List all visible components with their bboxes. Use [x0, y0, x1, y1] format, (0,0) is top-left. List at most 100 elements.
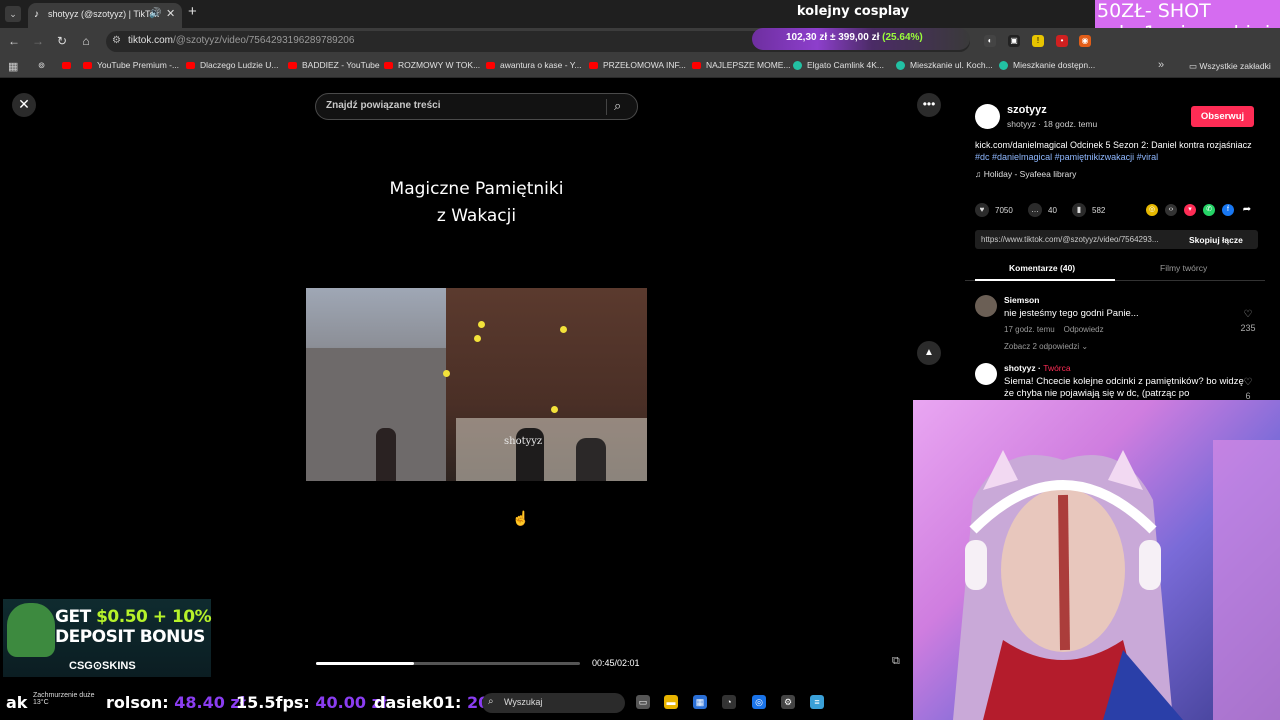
storefront	[456, 418, 647, 481]
all-bookmarks[interactable]: ▭ Wszystkie zakładki	[1189, 61, 1271, 72]
tab-comments[interactable]: Komentarze (40)	[1009, 263, 1075, 273]
extension-icon[interactable]: !	[1032, 35, 1044, 47]
webcam-overlay	[913, 400, 1280, 720]
heart-outline-icon[interactable]: ♡	[1239, 309, 1257, 320]
ticker-entry: ak	[6, 693, 28, 712]
extension-icon[interactable]: •	[1056, 35, 1068, 47]
reload-icon[interactable]: ↻	[54, 33, 70, 49]
view-replies[interactable]: Zobacz 2 odpowiedzi ⌄	[1004, 342, 1088, 351]
author-avatar[interactable]	[975, 104, 1000, 129]
bookmark-item[interactable]: NAJLEPSZE MOME...	[692, 60, 791, 70]
comment-user[interactable]: shotyyz · Twórca	[1004, 363, 1071, 373]
chrome-icon[interactable]: ◎	[752, 695, 766, 709]
weather-widget[interactable]: Zachmurzenie duże 13°C	[33, 692, 94, 706]
bookmark-item[interactable]: YouTube Premium -...	[83, 60, 179, 70]
copy-link-button[interactable]: Skopiuj łącze	[1189, 235, 1243, 245]
video-progress-fill	[316, 662, 414, 665]
store-icon[interactable]: ▦	[693, 695, 707, 709]
file-explorer-icon[interactable]: ▬	[664, 695, 678, 709]
bookmark-item[interactable]: PRZEŁOMOWA INF...	[589, 60, 686, 70]
home-icon[interactable]: ⌂	[78, 33, 94, 49]
bookmark-icon[interactable]: ▮	[1072, 203, 1086, 217]
comment-meta: 17 godz. temu Odpowiedz	[1004, 325, 1104, 334]
bookmark-item[interactable]: BADDIEZ - YouTube	[288, 60, 380, 70]
video-player[interactable]: Magiczne Pamiętniki z Wakacji shotyyz 00…	[306, 120, 647, 685]
comment-user[interactable]: Siemson	[1004, 295, 1039, 305]
follow-button[interactable]: Obserwuj	[1191, 106, 1254, 127]
heart-outline-icon[interactable]: ♡	[1239, 377, 1257, 388]
notepad-icon[interactable]: ≡	[810, 695, 824, 709]
youtube-icon	[589, 62, 598, 70]
tab-search-button[interactable]: ⌄	[5, 6, 21, 22]
hashtag[interactable]: #dc	[975, 152, 990, 162]
youtube-icon	[83, 62, 92, 70]
bookmark-item[interactable]: Dlaczego Ludzie U...	[186, 60, 278, 70]
tab-close-icon[interactable]: ✕	[166, 7, 175, 20]
pedestrian	[376, 428, 396, 481]
forward-icon[interactable]: →	[30, 33, 46, 49]
comment-avatar[interactable]	[975, 363, 997, 385]
bookmark-item[interactable]: Mieszkanie ul. Koch...	[896, 60, 993, 71]
tiktok-icon: ♪	[34, 9, 39, 20]
sponsor-ad[interactable]: GET $0.50 + 10% DEPOSIT BONUS CSG⊙SKINS	[3, 599, 212, 677]
extension-icon[interactable]: ▣	[1008, 35, 1020, 47]
pedestrian	[576, 438, 606, 481]
share-coin-icon[interactable]: ◎	[1146, 204, 1158, 216]
emoji-sticker	[474, 335, 481, 342]
settings-icon[interactable]: ⚙	[781, 695, 795, 709]
hashtag[interactable]: #viral	[1137, 152, 1159, 162]
chevron-right-icon[interactable]: »	[1158, 59, 1164, 71]
search-box[interactable]: ⌕	[315, 93, 638, 120]
hashtag[interactable]: #danielmagical	[992, 152, 1052, 162]
video-time: 00:45/02:01	[592, 658, 640, 668]
back-icon[interactable]: ←	[6, 33, 22, 49]
close-icon[interactable]: ✕	[12, 93, 36, 117]
bookmark-item[interactable]: Elgato Camlink 4K...	[793, 60, 884, 71]
send-icon[interactable]: ▾	[1184, 204, 1196, 216]
new-tab-button[interactable]: +	[188, 3, 197, 20]
picture-in-picture-icon[interactable]: ⧉	[892, 655, 900, 668]
goal-text: 102,30 zł ± 399,00 zł (25.64%)	[786, 32, 923, 43]
site-info-icon[interactable]: ⚙	[112, 35, 121, 46]
link-box: https://www.tiktok.com/@szotyyz/video/75…	[975, 230, 1258, 249]
url-text[interactable]: tiktok.com/@szotyyz/video/75642931962897…	[128, 35, 354, 46]
overlay-line-1: 50ZŁ- SHOT	[1097, 0, 1211, 22]
whatsapp-icon[interactable]: ✆	[1203, 204, 1215, 216]
reply-link[interactable]: Odpowiedz	[1064, 325, 1104, 334]
bookmark-item[interactable]: awantura o kase - Y...	[486, 60, 581, 70]
extension-icon[interactable]: ◐	[984, 35, 996, 47]
ad-subheadline: DEPOSIT BONUS	[55, 627, 205, 647]
embed-icon[interactable]: ‹›	[1165, 204, 1177, 216]
site-icon	[896, 61, 905, 71]
tab-creator-videos[interactable]: Filmy twórcy	[1160, 263, 1207, 273]
search-icon[interactable]: ⌕	[614, 98, 621, 114]
youtube-icon	[288, 62, 297, 70]
audio-icon[interactable]: 🔊	[149, 8, 161, 19]
bookmark-item[interactable]	[62, 60, 76, 70]
heart-icon[interactable]: ♥	[975, 203, 989, 217]
tab-title: shotyyz (@szotyyz) | TikTok	[48, 9, 159, 19]
browser-tab[interactable]: ♪ shotyyz (@szotyyz) | TikTok 🔊 ✕	[28, 3, 182, 28]
more-options-icon[interactable]: •••	[917, 93, 941, 117]
comment-icon[interactable]: …	[1028, 203, 1042, 217]
chevron-up-icon[interactable]: ▲	[917, 341, 941, 365]
creator-badge: Twórca	[1043, 363, 1071, 373]
share-arrow-icon[interactable]: ➦	[1241, 204, 1253, 216]
extension-icon[interactable]: ◉	[1079, 35, 1091, 47]
app-icon[interactable]: ◔	[722, 695, 736, 709]
bookmark-item[interactable]: ROZMOWY W TOK...	[384, 60, 480, 70]
facebook-icon[interactable]: f	[1222, 204, 1234, 216]
hashtag[interactable]: #pamiętnikizwakacji	[1055, 152, 1135, 162]
bookmark-icon[interactable]: ⊚	[38, 60, 45, 71]
taskbar-search[interactable]: ⌕ Wyszukaj	[482, 693, 625, 713]
search-input[interactable]	[326, 100, 606, 111]
video-progress-bar[interactable]	[316, 662, 580, 665]
video-link[interactable]: https://www.tiktok.com/@szotyyz/video/75…	[981, 235, 1181, 244]
music-info[interactable]: ♫ Holiday - Syafeea library	[975, 169, 1076, 179]
site-icon	[793, 61, 802, 71]
apps-icon[interactable]: ▦	[8, 60, 18, 73]
task-view-icon[interactable]: ▭	[636, 695, 650, 709]
author-name[interactable]: szotyyz	[1007, 104, 1047, 116]
bookmark-item[interactable]: Mieszkanie dostępn...	[999, 60, 1095, 71]
comment-avatar[interactable]	[975, 295, 997, 317]
